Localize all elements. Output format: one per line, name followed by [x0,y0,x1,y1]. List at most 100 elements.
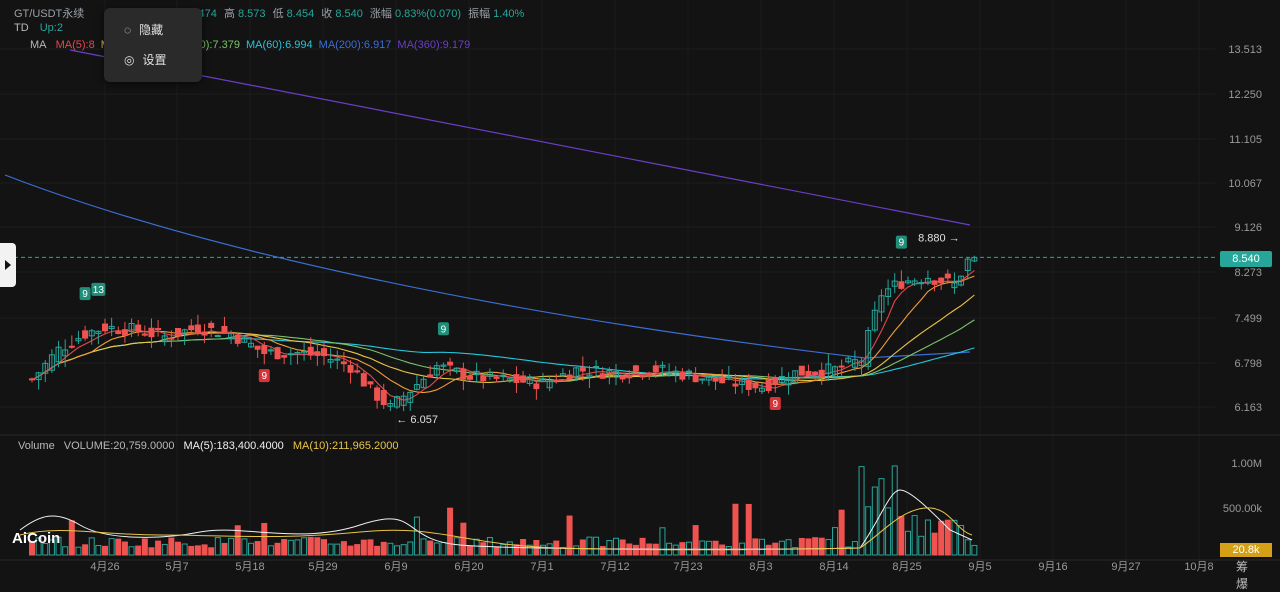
date-tick-label: 6月9 [384,561,407,573]
volume-bar [473,538,480,556]
candle-body [208,322,215,329]
candle-body [447,361,454,366]
volume-bar [951,519,958,556]
volume-bar [686,541,692,556]
volume-bar [248,542,254,556]
volume-bar [692,525,699,556]
menu-item-settings[interactable]: ◎ 设置 [104,45,202,75]
volume-bar [88,537,95,556]
volume-bar [254,541,261,556]
volume-bar [221,542,228,556]
volume-bar [294,539,301,556]
volume-bar [175,541,181,556]
candle-body [898,281,905,289]
candle-body [121,329,128,336]
volume-bar [599,546,606,556]
volume-bar [911,515,918,556]
date-tick-label: 8月3 [749,561,772,573]
last-price-tag: 8.540 [1220,251,1272,267]
candle-body [287,353,294,356]
change-label: 涨幅 [369,8,392,20]
candle-body [838,365,845,368]
ma-item: MA(5):8 [55,39,95,51]
volume-bar [387,542,394,556]
candle-body [646,372,653,376]
candle-body [931,280,938,285]
volume-bar [181,543,188,556]
td-marker-label: 9 [261,371,267,382]
candle-body [579,366,586,372]
price-annotation: 8.880 → [918,233,960,245]
volume-bar [938,520,945,556]
volume-bar [115,538,122,556]
volume-bar [427,540,434,556]
volume-bar [214,537,221,556]
gear-icon: ◎ [124,53,135,67]
expand-sidebar-button[interactable] [0,243,16,287]
volume-bar [619,539,626,556]
volume-bar [798,537,805,556]
volume-bar [360,539,367,556]
candle-body [221,325,228,333]
volume-bar [480,542,487,556]
date-tick-label: 7月1 [530,561,553,573]
candle-body [380,389,387,406]
volume-bar [135,545,142,556]
volume-bar [155,540,162,556]
candle-body [360,373,367,387]
candle-body [812,371,819,376]
candle-body [493,376,500,379]
candle-body [155,328,162,331]
volume-bar [825,539,832,556]
volume-tick-label: 500.00k [1223,503,1263,515]
candle-body [533,383,540,390]
volume-bar [121,541,128,556]
candle-body [307,346,314,356]
volume-bar [194,545,201,556]
candle-body [944,273,951,279]
close-label: 收 [321,8,333,20]
volume-bar [812,537,819,556]
candle-body [745,379,752,390]
date-tick-label: 7月23 [673,561,702,573]
td-indicator-row: TD Up:2 [14,22,63,34]
kline-chart[interactable]: 13.513 12.250 11.105 10.067 9.126 8.273 7.499 6… [0,0,1280,575]
price-tick-label: 13.513 [1228,44,1262,56]
candle-body [194,324,201,333]
low-label: 低 [272,8,284,20]
candle-body [553,379,560,382]
td-label: TD [14,22,29,34]
volume-bar [765,544,772,556]
volume-bar [905,530,911,556]
menu-settings-label: 设置 [142,53,167,67]
volume-bar [188,545,195,556]
date-tick-label: 5月18 [235,561,264,573]
volume-bar [95,545,102,556]
bottom-right-tools[interactable]: 筹 爆 [1236,558,1280,592]
td-marker-label: 9 [441,324,447,335]
price-tick-label: 10.067 [1228,178,1262,190]
candle-body [354,370,361,373]
volume-bar [493,546,500,556]
volume-ma10-line [19,507,973,551]
td-marker-label: 13 [93,285,105,296]
candle-body [719,377,726,384]
date-tick-label: 5月29 [308,561,337,573]
volume-tick-label: 1.00M [1231,458,1262,470]
volume-bar [128,546,135,556]
volume-bar [858,466,865,556]
menu-item-hide[interactable]: ◌ 隐藏 [104,15,202,45]
ma360-line [69,49,971,226]
volume-bar [918,535,925,556]
volume-bar [367,539,374,556]
date-tick-label: 10月8 [1184,561,1213,573]
candle-body [480,375,487,382]
volume-bar [931,532,938,556]
candle-body [367,381,374,385]
volume-row: Volume VOLUME:20,759.0000 MA(5):183,400.… [14,440,404,452]
amplitude-value: 1.40% [493,8,525,20]
volume-bar [413,516,420,556]
candle-body [566,374,573,380]
candle-body [619,375,626,380]
volume-bar [433,542,440,556]
